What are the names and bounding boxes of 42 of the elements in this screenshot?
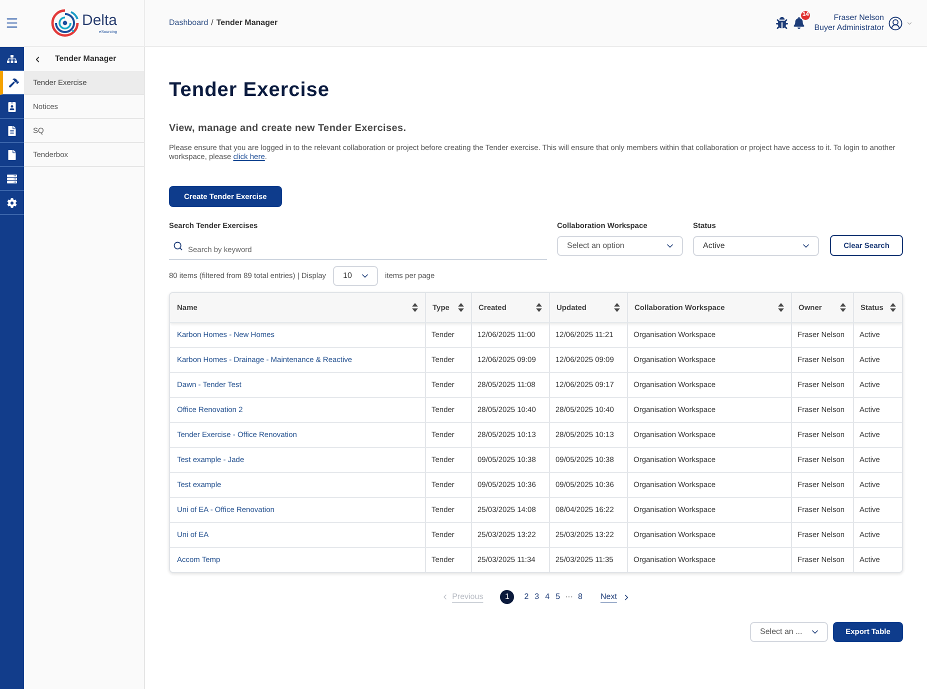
file-icon — [7, 150, 17, 160]
page-button[interactable]: 2 — [523, 591, 530, 603]
server-icon — [7, 174, 17, 184]
rings-logo-icon — [50, 9, 79, 37]
settings-icon — [7, 198, 17, 208]
page-button[interactable]: 5 — [554, 591, 562, 603]
sort-icon — [778, 302, 784, 312]
status-select[interactable]: Active — [693, 236, 819, 256]
menu-icon[interactable] — [5, 16, 19, 30]
sort-icon — [840, 302, 846, 312]
page-button[interactable]: 4 — [544, 591, 551, 603]
user-name: Fraser Nelson — [834, 13, 884, 23]
id-badge-icon — [7, 102, 17, 112]
logo-name: Delta — [82, 12, 118, 28]
bell-icon[interactable] — [793, 17, 806, 29]
sidebar-title: Tender Manager — [55, 53, 116, 65]
workspace-select[interactable]: Select an option — [557, 236, 683, 256]
page-button[interactable]: 1 — [500, 590, 514, 604]
page-button[interactable]: 3 — [534, 591, 540, 603]
breadcrumb-link[interactable]: Dashboard — [169, 17, 208, 29]
user-avatar-icon[interactable] — [888, 16, 903, 30]
sort-icon — [536, 302, 542, 312]
breadcrumb-separator: / — [211, 17, 214, 29]
bug-icon[interactable] — [776, 17, 788, 29]
hammer-icon — [8, 78, 18, 88]
sort-icon — [412, 302, 418, 312]
next-button[interactable]: Next — [600, 591, 631, 603]
page-ellipsis: ··· — [565, 591, 574, 603]
sort-icon — [458, 302, 464, 312]
page-size-select[interactable]: 10 — [333, 266, 378, 286]
user-role: Buyer Administrator — [814, 23, 884, 33]
sort-icon — [890, 302, 896, 312]
sort-icon — [614, 302, 620, 312]
page-subtitle: View, manage and create new Tender Exercises. — [169, 123, 408, 135]
page-title: Tender Exercise — [169, 78, 331, 102]
document-icon — [7, 126, 17, 136]
back-icon[interactable] — [33, 54, 42, 64]
sitemap-icon — [7, 54, 17, 64]
search-icon — [173, 241, 183, 251]
page-button[interactable]: 8 — [577, 591, 584, 603]
export-format-select[interactable]: Select an ... — [750, 622, 828, 642]
breadcrumb-current: Tender Manager — [216, 17, 278, 29]
